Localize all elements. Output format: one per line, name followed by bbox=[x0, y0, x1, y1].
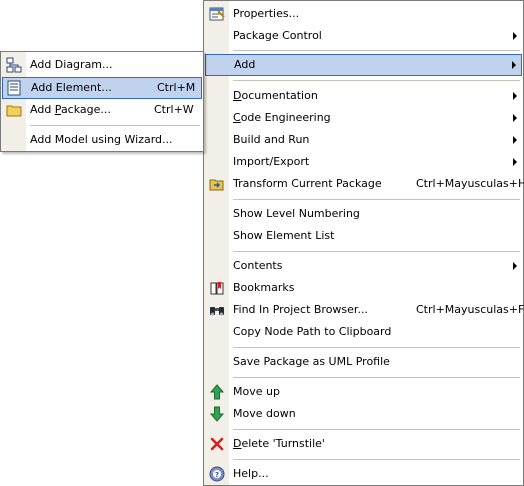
menu-separator bbox=[233, 251, 520, 252]
menu-item-add[interactable]: Add bbox=[205, 54, 522, 76]
menu-item-label: Save Package as UML Profile bbox=[233, 355, 390, 368]
transform-icon bbox=[209, 176, 225, 192]
properties-icon bbox=[209, 6, 225, 22]
submenu-arrow-icon bbox=[513, 158, 517, 166]
menu-item-label: Code Engineering bbox=[233, 111, 331, 124]
diagram-icon bbox=[6, 57, 22, 73]
add-submenu: Add Diagram... Add Element... Ctrl+M Add… bbox=[0, 51, 204, 152]
menu-separator bbox=[233, 377, 520, 378]
menu-item-label: Properties... bbox=[233, 7, 300, 20]
menu-separator bbox=[233, 347, 520, 348]
menu-item-label: Delete 'Turnstile' bbox=[233, 437, 325, 450]
submenu-arrow-icon bbox=[513, 136, 517, 144]
menu-item-delete[interactable]: Delete 'Turnstile' bbox=[205, 433, 522, 455]
element-icon bbox=[6, 80, 22, 96]
menu-item-label: Bookmarks bbox=[233, 281, 295, 294]
menu-item-shortcut: Ctrl+Mayusculas+H bbox=[416, 177, 524, 190]
menu-item-label: Copy Node Path to Clipboard bbox=[233, 325, 392, 338]
menu-separator bbox=[233, 199, 520, 200]
delete-icon bbox=[209, 436, 225, 452]
menu-separator bbox=[233, 459, 520, 460]
menu-item-shortcut: Ctrl+Mayusculas+F bbox=[416, 303, 524, 316]
menu-item-show-element-list[interactable]: Show Element List bbox=[205, 225, 522, 247]
menu-separator bbox=[233, 50, 520, 51]
submenu-arrow-icon bbox=[513, 32, 517, 40]
menu-item-help[interactable]: ? Help... bbox=[205, 463, 522, 485]
submenu-item-add-package[interactable]: Add Package... Ctrl+W bbox=[2, 99, 202, 121]
menu-separator bbox=[233, 80, 520, 81]
help-icon: ? bbox=[209, 466, 225, 482]
package-icon bbox=[6, 102, 22, 118]
submenu-arrow-icon bbox=[513, 262, 517, 270]
submenu-item-add-model-wizard[interactable]: Add Model using Wizard... bbox=[2, 129, 202, 151]
menu-item-properties[interactable]: Properties... bbox=[205, 3, 522, 25]
menu-item-label: Add Package... bbox=[30, 103, 111, 116]
menu-item-label: Move down bbox=[233, 407, 296, 420]
submenu-item-add-diagram[interactable]: Add Diagram... bbox=[2, 54, 202, 76]
menu-separator bbox=[30, 125, 200, 126]
menu-item-code-engineering[interactable]: Code Engineering bbox=[205, 107, 522, 129]
menu-item-bookmarks[interactable]: Bookmarks bbox=[205, 277, 522, 299]
menu-item-label: Build and Run bbox=[233, 133, 310, 146]
menu-item-label: Show Element List bbox=[233, 229, 335, 242]
submenu-arrow-icon bbox=[513, 92, 517, 100]
svg-text:?: ? bbox=[215, 471, 219, 479]
menu-item-build-and-run[interactable]: Build and Run bbox=[205, 129, 522, 151]
menu-item-label: Find In Project Browser... bbox=[233, 303, 368, 316]
menu-item-label: Contents bbox=[233, 259, 283, 272]
menu-item-label: Add Element... bbox=[31, 81, 112, 94]
menu-separator bbox=[233, 429, 520, 430]
submenu-arrow-icon bbox=[513, 114, 517, 122]
menu-item-transform-current-package[interactable]: Transform Current Package Ctrl+Mayuscula… bbox=[205, 173, 524, 195]
menu-item-label: Add Model using Wizard... bbox=[30, 133, 173, 146]
arrow-up-icon bbox=[209, 384, 225, 400]
menu-item-move-up[interactable]: Move up bbox=[205, 381, 522, 403]
menu-item-shortcut: Ctrl+M bbox=[157, 81, 196, 94]
menu-item-show-level-numbering[interactable]: Show Level Numbering bbox=[205, 203, 522, 225]
menu-item-label: Add Diagram... bbox=[30, 58, 113, 71]
menu-item-package-control[interactable]: Package Control bbox=[205, 25, 522, 47]
menu-item-label: Import/Export bbox=[233, 155, 310, 168]
menu-item-shortcut: Ctrl+W bbox=[154, 103, 194, 116]
menu-item-copy-node-path[interactable]: Copy Node Path to Clipboard bbox=[205, 321, 522, 343]
bookmarks-icon bbox=[209, 280, 225, 296]
menu-item-label: Add bbox=[234, 58, 256, 71]
binoculars-icon bbox=[209, 302, 225, 318]
menu-item-move-down[interactable]: Move down bbox=[205, 403, 522, 425]
menu-item-label: Help... bbox=[233, 467, 269, 480]
menu-item-label: Move up bbox=[233, 385, 280, 398]
menu-item-contents[interactable]: Contents bbox=[205, 255, 522, 277]
menu-item-label: Transform Current Package bbox=[233, 177, 382, 190]
submenu-arrow-icon bbox=[512, 61, 516, 69]
menu-item-find-in-project-browser[interactable]: Find In Project Browser... Ctrl+Mayuscul… bbox=[205, 299, 524, 321]
arrow-down-icon bbox=[209, 406, 225, 422]
menu-item-label: Documentation bbox=[233, 89, 318, 102]
submenu-item-add-element[interactable]: Add Element... Ctrl+M bbox=[2, 77, 202, 99]
menu-item-label: Show Level Numbering bbox=[233, 207, 360, 220]
menu-item-label: Package Control bbox=[233, 29, 322, 42]
context-menu: Properties... Package Control Add Docume… bbox=[203, 0, 524, 486]
menu-item-save-package-as-uml-profile[interactable]: Save Package as UML Profile bbox=[205, 351, 522, 373]
menu-item-documentation[interactable]: Documentation bbox=[205, 85, 522, 107]
menu-item-import-export[interactable]: Import/Export bbox=[205, 151, 522, 173]
